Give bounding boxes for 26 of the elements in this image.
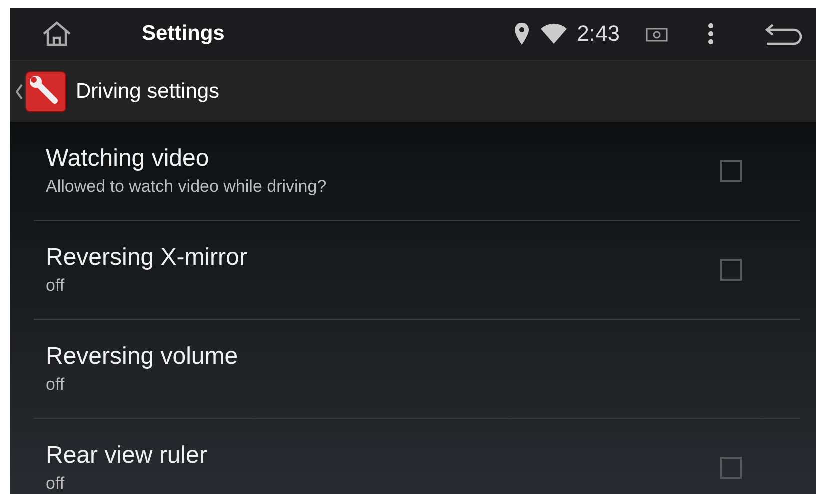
- clock-time: 2:43: [577, 21, 620, 47]
- settings-row[interactable]: Rear view ruler off: [34, 419, 800, 494]
- home-icon[interactable]: [42, 21, 72, 47]
- back-icon[interactable]: [764, 22, 802, 46]
- location-pin-icon: [515, 23, 530, 45]
- checkbox[interactable]: [720, 457, 742, 479]
- setting-title: Rear view ruler: [46, 442, 208, 470]
- settings-row[interactable]: Reversing X-mirror off: [34, 221, 800, 320]
- checkbox[interactable]: [720, 259, 742, 281]
- setting-title: Watching video: [46, 145, 210, 173]
- setting-title: Reversing X-mirror: [46, 244, 248, 272]
- settings-row[interactable]: Reversing volume off: [34, 320, 800, 419]
- camera-icon[interactable]: [646, 26, 668, 42]
- chevron-icon[interactable]: [15, 84, 23, 100]
- menu-icon[interactable]: [708, 23, 714, 45]
- setting-summary: off: [46, 276, 66, 296]
- setting-summary: off: [46, 474, 66, 494]
- setting-summary: off: [46, 375, 66, 395]
- page-title: Driving settings: [76, 80, 220, 104]
- checkbox[interactable]: [720, 160, 742, 182]
- settings-row[interactable]: Watching video Allowed to watch video while driving?: [34, 122, 800, 221]
- app-title: Settings: [142, 22, 225, 46]
- setting-title: Reversing volume: [46, 343, 240, 371]
- wrench-icon: [25, 70, 67, 112]
- wifi-icon: [541, 23, 568, 45]
- setting-summary: Allowed to watch video while driving?: [46, 177, 328, 197]
